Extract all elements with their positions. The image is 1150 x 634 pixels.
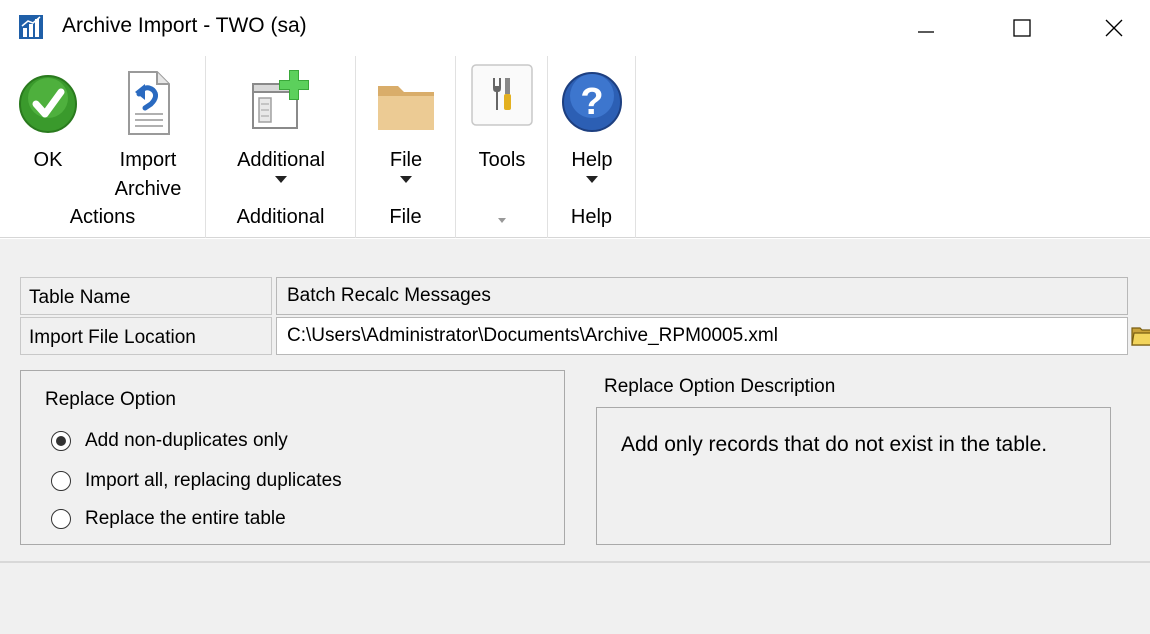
window-add-icon	[252, 70, 309, 129]
ribbon-group-help: ? Help Help	[548, 56, 636, 238]
ribbon-toolbar: OK Import Archive Actions Additional Add…	[0, 56, 1150, 238]
chevron-down-icon	[275, 176, 287, 183]
ok-button[interactable]: OK	[14, 64, 82, 204]
table-name-row: Table Name Batch Recalc Messages	[20, 277, 1128, 315]
tools-label: Tools	[478, 149, 526, 171]
description-box: Add only records that do not exist in th…	[596, 407, 1111, 545]
group-label-additional: Additional	[236, 206, 325, 228]
maximize-icon	[1013, 19, 1031, 37]
group-expand-icon[interactable]	[497, 218, 506, 223]
help-menu-button[interactable]: ? Help	[554, 64, 630, 204]
tools-button[interactable]: Tools	[464, 64, 540, 204]
radio-button[interactable]	[51, 509, 71, 529]
import-file-row: Import File Location C:\Users\Administra…	[20, 317, 1150, 355]
import-file-input[interactable]: C:\Users\Administrator\Documents\Archive…	[276, 317, 1128, 355]
table-name-field: Batch Recalc Messages	[276, 277, 1128, 315]
folder-browse-icon[interactable]	[1130, 322, 1150, 348]
chevron-down-icon	[400, 176, 412, 183]
group-label-file: File	[389, 206, 422, 228]
close-icon	[1105, 19, 1123, 37]
description-title: Replace Option Description	[604, 376, 836, 397]
radio-import-all[interactable]: Import all, replacing duplicates	[51, 467, 342, 495]
title-bar: Archive Import - TWO (sa)	[0, 0, 1150, 56]
minimize-button[interactable]	[896, 0, 956, 56]
tools-icon	[471, 64, 533, 126]
chevron-down-icon	[586, 176, 598, 183]
divider	[0, 561, 1150, 563]
maximize-button[interactable]	[992, 0, 1052, 56]
minimize-icon	[918, 31, 934, 33]
import-archive-label: Import Archive	[114, 149, 182, 200]
group-label-help: Help	[570, 206, 613, 228]
radio-button[interactable]	[51, 471, 71, 491]
ribbon-group-additional: Additional Additional	[206, 56, 356, 238]
bar-chart-icon	[19, 15, 43, 39]
ok-label: OK	[33, 149, 63, 171]
additional-menu-button[interactable]: Additional	[216, 64, 346, 204]
import-file-label: Import File Location	[20, 317, 272, 355]
file-label: File	[389, 149, 423, 171]
ribbon-group-file: File File	[356, 56, 456, 238]
file-menu-button[interactable]: File	[366, 64, 446, 204]
window-content: Table Name Batch Recalc Messages Import …	[0, 239, 1150, 634]
import-archive-button[interactable]: Import Archive	[100, 64, 196, 204]
radio-button-selected[interactable]	[51, 431, 71, 451]
radio-label: Replace the entire table	[85, 508, 286, 529]
check-icon	[19, 75, 77, 133]
close-button[interactable]	[1084, 0, 1144, 56]
replace-option-group: Replace Option Add non-duplicates only I…	[20, 370, 565, 545]
window-title: Archive Import - TWO (sa)	[62, 14, 307, 37]
radio-label: Import all, replacing duplicates	[85, 470, 342, 491]
radio-add-non-duplicates[interactable]: Add non-duplicates only	[51, 427, 288, 455]
folder-icon	[378, 86, 434, 130]
svg-text:?: ?	[580, 81, 603, 123]
help-label: Help	[571, 149, 613, 171]
table-name-label: Table Name	[20, 277, 272, 315]
group-label-actions: Actions	[69, 206, 136, 228]
radio-replace-table[interactable]: Replace the entire table	[51, 505, 286, 533]
radio-label: Add non-duplicates only	[85, 430, 288, 451]
ribbon-group-tools: Tools	[456, 56, 548, 238]
document-import-icon	[128, 71, 170, 135]
additional-label: Additional	[237, 149, 325, 171]
replace-option-title: Replace Option	[45, 389, 176, 410]
help-icon: ?	[562, 72, 622, 132]
ribbon-group-actions: OK Import Archive Actions	[0, 56, 206, 238]
